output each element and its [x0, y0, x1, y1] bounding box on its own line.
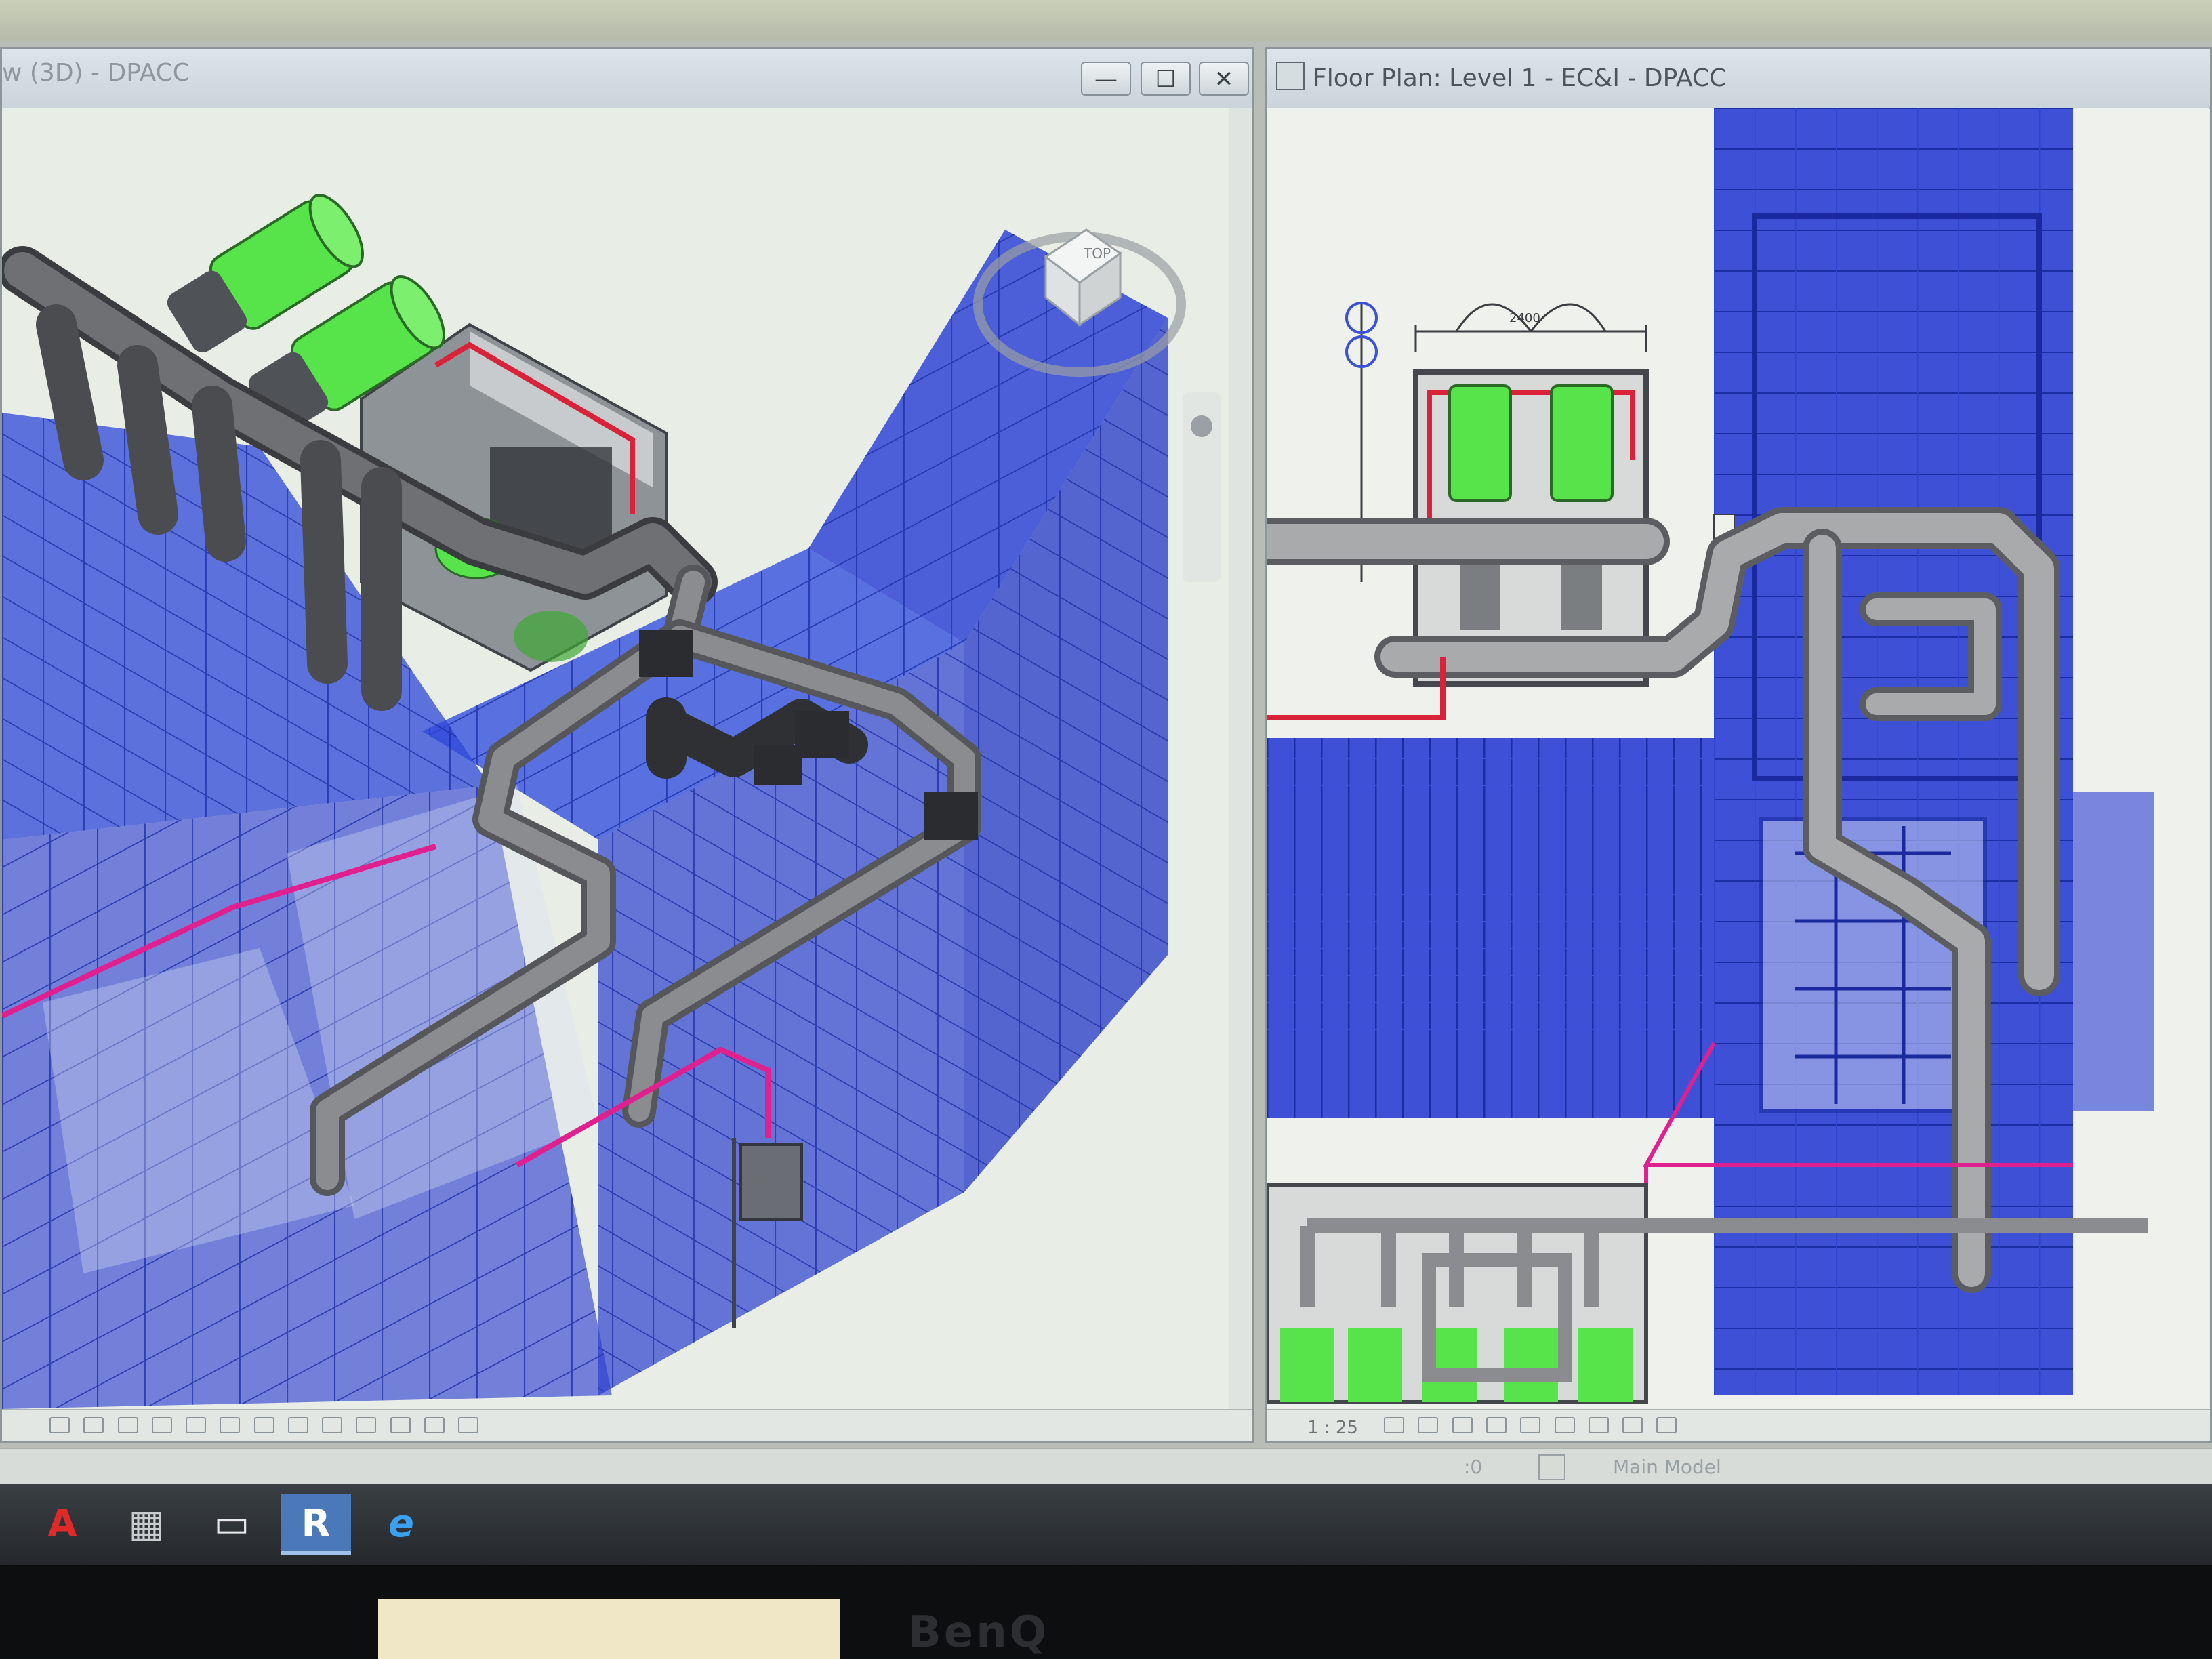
status-bar: :0 Main Model — [0, 1448, 2212, 1486]
autocad-icon[interactable]: A — [27, 1494, 98, 1555]
window-title-floorplan: Floor Plan: Level 1 - EC&I - DPACC — [1313, 64, 1727, 92]
lock-view-icon[interactable] — [287, 1417, 308, 1433]
vertical-scrollbar-3d[interactable] — [1229, 108, 1252, 1409]
3d-viewport[interactable]: TOP — [2, 108, 1229, 1409]
titlebar-3d[interactable]: w (3D) - DPACC — ☐ ✕ — [2, 49, 1252, 109]
highlight-displacement-icon[interactable] — [424, 1417, 445, 1433]
titlebar-floorplan[interactable]: Floor Plan: Level 1 - EC&I - DPACC — [1267, 49, 2210, 109]
floorplan-drawing: 2400 2300 — [1267, 108, 2209, 1409]
scroll-left-icon[interactable] — [458, 1417, 479, 1433]
view-window-floorplan[interactable]: Floor Plan: Level 1 - EC&I - DPACC 2400 … — [1265, 47, 2212, 1443]
crop-view-icon[interactable] — [220, 1417, 241, 1433]
minimize-icon: — — [1094, 66, 1118, 93]
windows-taskbar: A ▦ ▭ R e — [0, 1484, 2212, 1565]
view-control-bar-floorplan[interactable]: 1 : 25 — [1267, 1409, 2210, 1441]
3d-model-drawing: TOP — [2, 108, 1229, 1409]
detail-level-icon[interactable] — [49, 1417, 70, 1433]
scroll-left-icon[interactable] — [1656, 1417, 1677, 1433]
visual-style-icon[interactable] — [83, 1417, 104, 1433]
revit-icon[interactable]: R — [281, 1494, 351, 1555]
container-plan-lower-left — [1267, 738, 1714, 1118]
window-icon[interactable]: ▭ — [197, 1494, 267, 1555]
monitor-screen: w (3D) - DPACC — ☐ ✕ TOP Floor Plan: Lev… — [0, 0, 2212, 1525]
internet-explorer-icon[interactable]: e — [366, 1494, 436, 1555]
view-window-3d[interactable]: w (3D) - DPACC — ☐ ✕ TOP — [0, 47, 1254, 1443]
window-title-3d: w (3D) - DPACC — [2, 59, 190, 87]
monitor-brand-logo: BenQ — [908, 1607, 1050, 1658]
sun-path-icon[interactable] — [117, 1417, 138, 1433]
temporary-hide-icon[interactable] — [1588, 1417, 1609, 1433]
shadows-icon[interactable] — [1486, 1417, 1507, 1433]
render-icon[interactable] — [186, 1417, 207, 1433]
maximize-icon: ☐ — [1155, 66, 1176, 93]
view-scale[interactable]: 1 : 25 — [1307, 1418, 1358, 1438]
close-icon: ✕ — [1214, 66, 1234, 93]
view-control-bar-3d[interactable] — [2, 1409, 1252, 1441]
show-crop-icon[interactable] — [1554, 1417, 1575, 1433]
calculator-icon[interactable]: ▦ — [111, 1494, 182, 1555]
detail-level-icon[interactable] — [1384, 1417, 1405, 1433]
close-button[interactable]: ✕ — [1199, 62, 1249, 96]
floor-plan-icon — [1276, 62, 1305, 90]
show-crop-icon[interactable] — [253, 1417, 274, 1433]
selection-count: :0 — [1464, 1456, 1483, 1478]
shadows-icon[interactable] — [151, 1417, 172, 1433]
monitor-bezel — [0, 1565, 2212, 1659]
viewcube-top-label: TOP — [1083, 245, 1111, 262]
analytical-model-icon[interactable] — [390, 1417, 411, 1433]
worksets-icon[interactable] — [1538, 1454, 1565, 1480]
reveal-hidden-icon[interactable] — [1622, 1417, 1643, 1433]
sun-path-icon[interactable] — [1452, 1417, 1473, 1433]
maximize-button[interactable]: ☐ — [1141, 62, 1191, 96]
floorplan-viewport[interactable]: 2400 2300 — [1267, 108, 2209, 1409]
reveal-hidden-icon[interactable] — [356, 1417, 377, 1433]
sticky-note — [378, 1599, 840, 1659]
temporary-hide-icon[interactable] — [322, 1417, 343, 1433]
visual-style-icon[interactable] — [1418, 1417, 1439, 1433]
minimize-button[interactable]: — — [1081, 62, 1131, 96]
navigation-bar[interactable] — [1183, 392, 1221, 582]
crop-view-icon[interactable] — [1520, 1417, 1541, 1433]
application-ribbon-edge — [0, 0, 2212, 41]
design-option-selector[interactable]: Main Model — [1613, 1456, 1721, 1478]
